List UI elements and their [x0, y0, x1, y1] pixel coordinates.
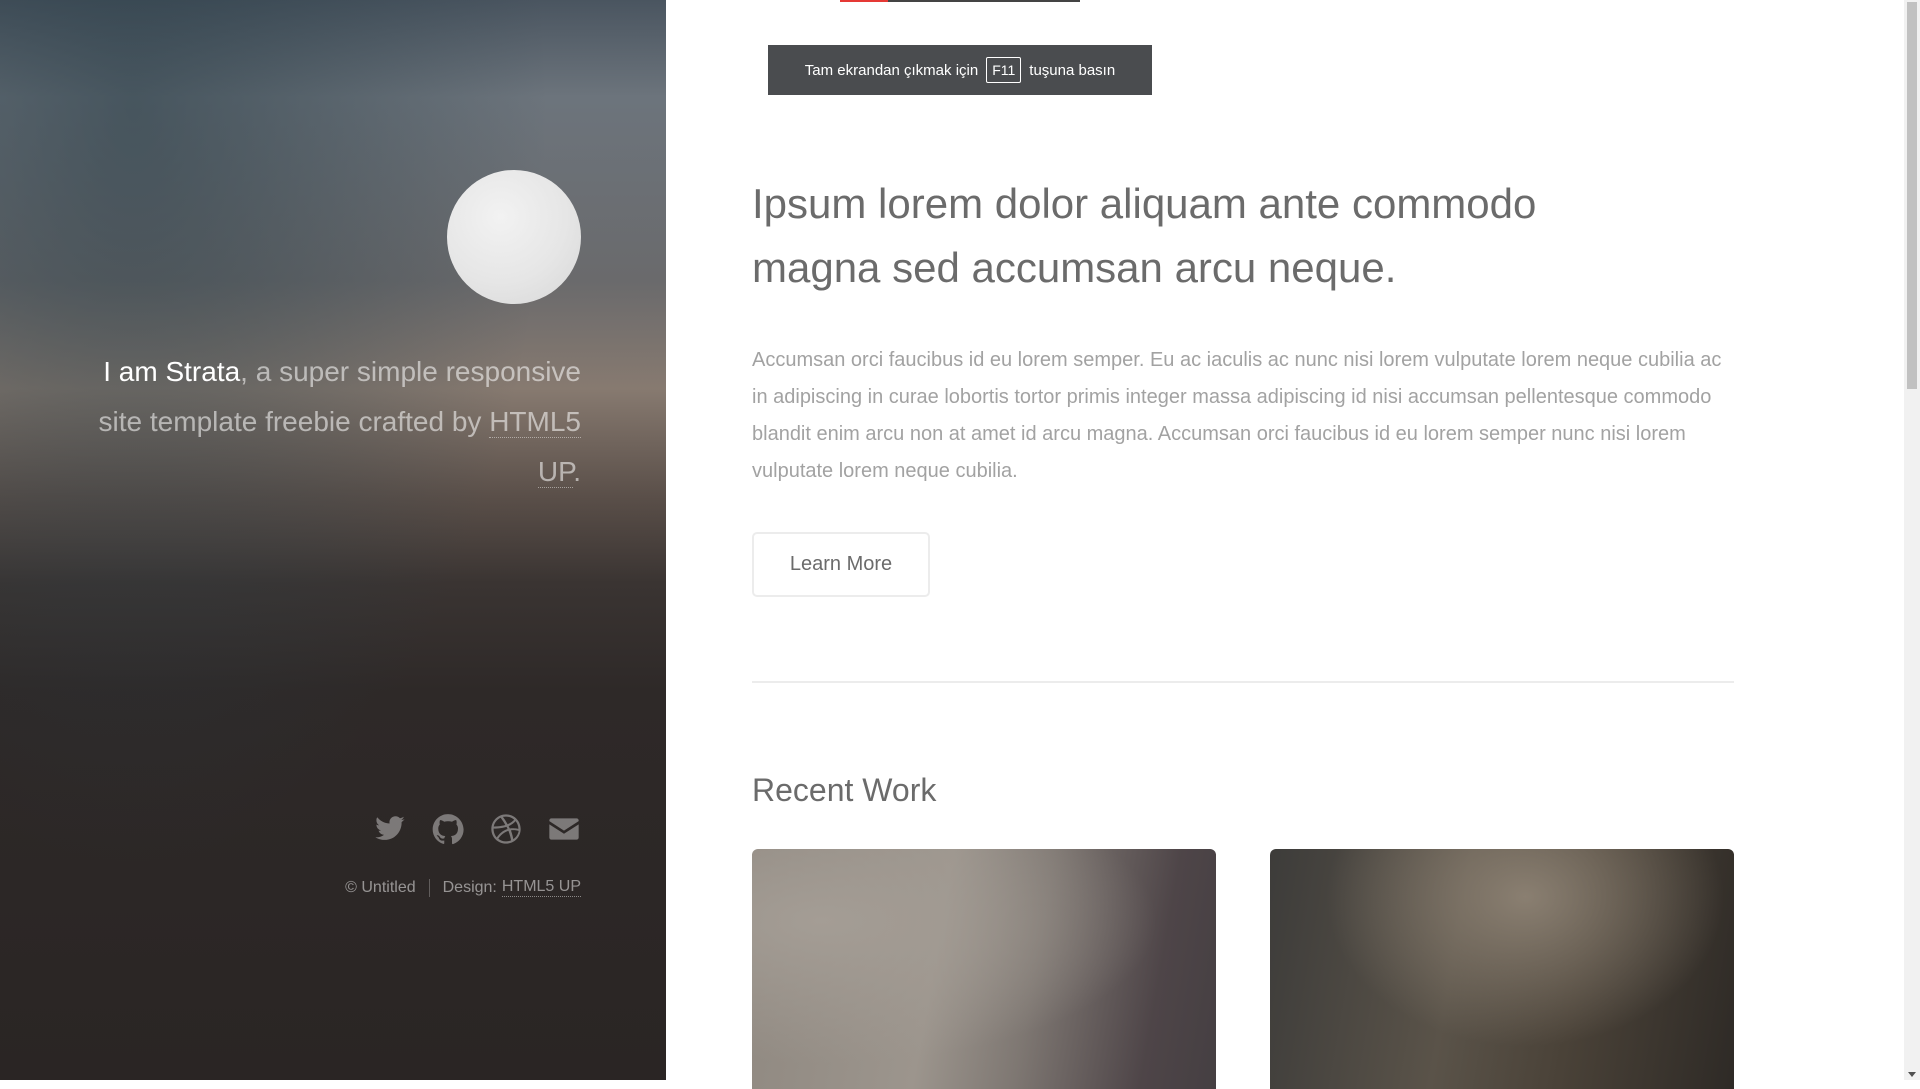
intro-comma: , — [240, 356, 248, 387]
intro-name: I am Strata — [103, 356, 241, 387]
avatar — [447, 170, 581, 304]
lead-paragraph: Accumsan orci faucibus id eu lorem sempe… — [752, 349, 1722, 482]
scroll-down-arrow-icon[interactable] — [1908, 1072, 1916, 1077]
dribbble-icon[interactable] — [489, 812, 523, 846]
page-scrollbar[interactable] — [1904, 0, 1920, 1080]
intro-period: . — [573, 456, 581, 487]
top-tab-strip — [840, 0, 1080, 2]
social-links — [373, 812, 581, 846]
twitter-icon[interactable] — [373, 812, 407, 846]
work-thumbnail-1[interactable] — [752, 849, 1216, 1089]
intro-text: I am Strata, a super simple responsive s… — [61, 347, 581, 497]
copyright-text: © Untitled — [345, 878, 416, 896]
footer-divider — [428, 878, 430, 897]
fullscreen-banner-text-before: Tam ekrandan çıkmak için — [804, 61, 979, 79]
sidebar: I am Strata, a super simple responsive s… — [0, 0, 666, 1080]
main-content: Tam ekrandan çıkmak için F11 tuşuna bası… — [666, 0, 1904, 1089]
design-label: Design: — [442, 878, 497, 896]
github-icon[interactable] — [431, 812, 465, 846]
scrollbar-thumb[interactable] — [1907, 2, 1917, 389]
learn-more-button[interactable]: Learn More — [752, 532, 930, 597]
f11-key-badge: F11 — [986, 57, 1022, 83]
tab-strip-accent — [840, 0, 888, 2]
section-divider — [752, 681, 1734, 683]
fullscreen-exit-banner: Tam ekrandan çıkmak için F11 tuşuna bası… — [768, 45, 1152, 95]
envelope-icon[interactable] — [547, 812, 581, 846]
work-thumbnail-2[interactable] — [1270, 849, 1734, 1089]
design-credit-link[interactable]: HTML5 UP — [501, 878, 581, 897]
intro-html5up-link[interactable]: HTML5 UP — [489, 406, 581, 488]
sidebar-intro-block: I am Strata, a super simple responsive s… — [61, 170, 581, 497]
recent-work-title: Recent Work — [752, 772, 937, 808]
sidebar-footer: © Untitled Design: HTML5 UP — [345, 878, 581, 897]
fullscreen-banner-text-after: tuşuna basın — [1029, 61, 1116, 79]
page-headline: Ipsum lorem dolor aliquam ante commodo m… — [752, 180, 1537, 291]
